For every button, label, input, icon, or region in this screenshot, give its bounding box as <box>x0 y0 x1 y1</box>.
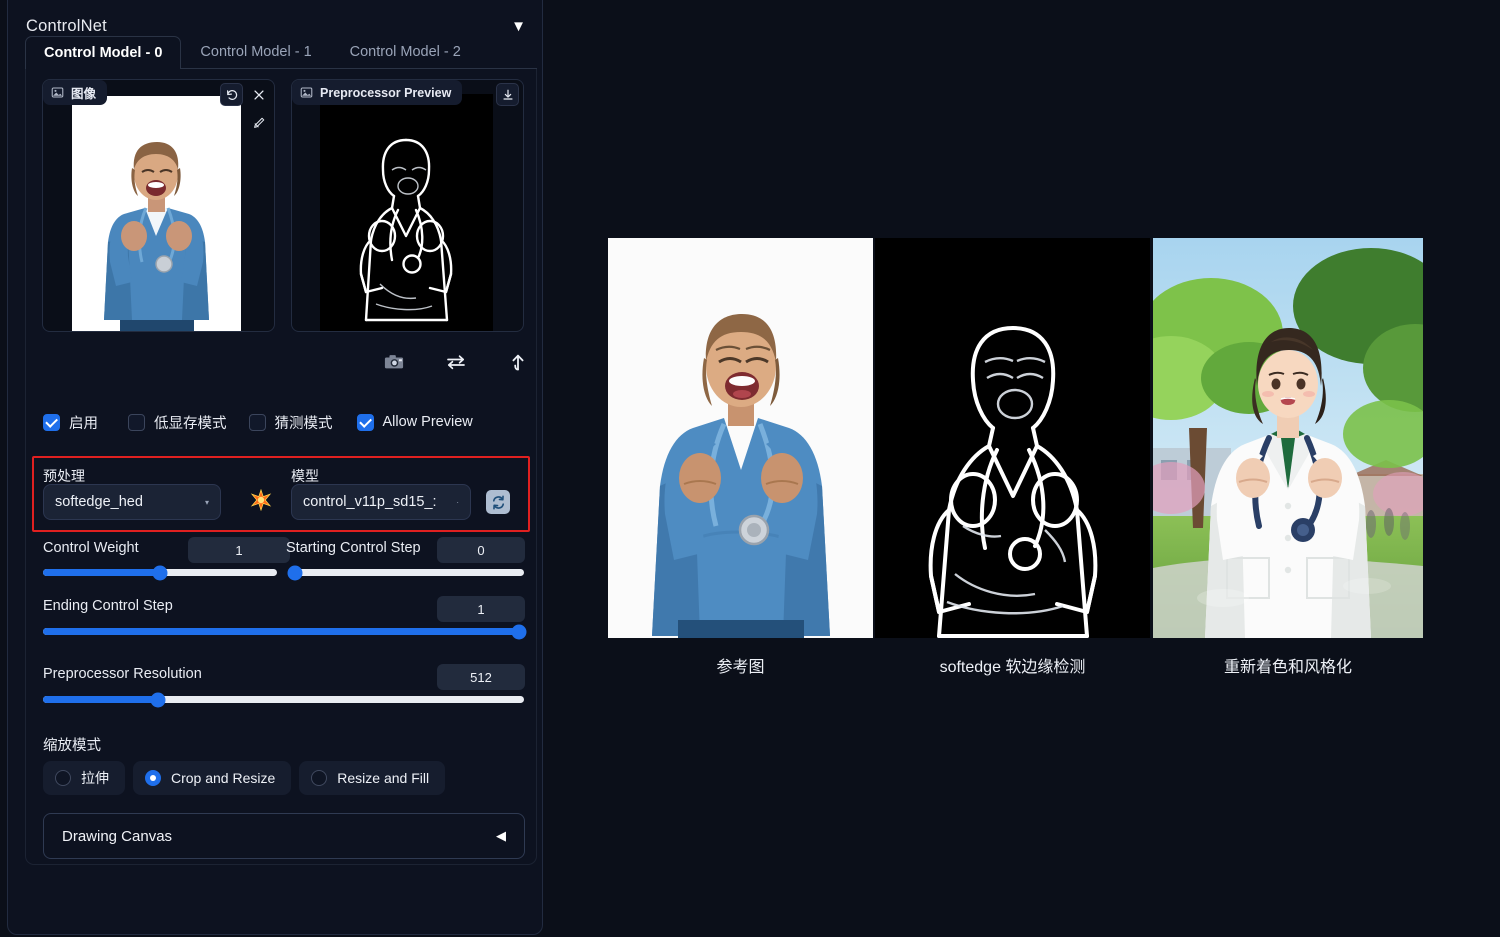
result-image-stylized[interactable] <box>1153 238 1423 638</box>
radio-resize-and-fill-dot[interactable] <box>311 770 328 786</box>
chevron-down-icon[interactable]: ▼ <box>511 19 526 34</box>
image-icon <box>300 87 313 98</box>
slider-value-preprocessor-resolution[interactable]: 512 <box>437 664 525 690</box>
swap-arrows-icon[interactable] <box>443 349 469 375</box>
slider-track-control-weight[interactable] <box>43 565 277 580</box>
radio-resize-and-fill-label: Resize and Fill <box>337 770 430 786</box>
checkbox-allow-preview-box[interactable] <box>356 413 374 431</box>
radio-crop-and-resize[interactable]: Crop and Resize <box>133 761 292 795</box>
slider-label-starting-control-step: Starting Control Step <box>286 540 421 556</box>
download-icon[interactable] <box>496 83 519 106</box>
slider-value-starting-control-step[interactable]: 0 <box>437 537 525 563</box>
camera-icon[interactable] <box>381 349 407 375</box>
page-title: ControlNet <box>26 16 107 35</box>
preprocessor-select[interactable]: softedge_hed ▾ <box>43 484 221 520</box>
slider-track-preprocessor-resolution[interactable] <box>43 692 524 707</box>
tab-panel-content: 图像 Preprocessor Preview 启用 低显存模式 猜测模式 Al… <box>25 69 537 865</box>
checkbox-enable-label: 启用 <box>69 415 98 432</box>
preprocessor-preview-thumbnail <box>320 94 493 331</box>
image-icon <box>51 87 64 98</box>
resize-mode-group: 拉伸 Crop and Resize Resize and Fill <box>43 761 446 795</box>
pen-edit-icon[interactable] <box>247 111 270 134</box>
source-image-chip: 图像 <box>43 80 108 105</box>
preprocessor-preview-chip-label: Preprocessor Preview <box>320 85 452 100</box>
slider-label-control-weight: Control Weight <box>43 540 139 556</box>
checkbox-guess-mode[interactable]: 猜测模式 <box>248 412 333 433</box>
chevron-down-icon: · <box>456 497 459 507</box>
tab-control-model-0[interactable]: Control Model - 0 <box>25 36 182 69</box>
options-checkbox-row: 启用 低显存模式 猜测模式 Allow Preview <box>43 409 533 435</box>
preprocessor-preview-box[interactable]: Preprocessor Preview <box>291 79 524 332</box>
image-inputs-row: 图像 Preprocessor Preview <box>42 79 524 334</box>
app-root: ControlNet ▼ Control Model - 0 Control M… <box>0 0 1500 937</box>
result-caption-softedge: softedge 软边缘检测 <box>939 659 1086 676</box>
controlnet-panel: ControlNet ▼ Control Model - 0 Control M… <box>7 0 543 935</box>
upload-arrow-icon[interactable] <box>505 349 531 375</box>
checkbox-allow-preview-label: Allow Preview <box>382 414 473 430</box>
result-image-reference[interactable] <box>608 238 873 638</box>
drawing-canvas-accordion[interactable]: Drawing Canvas ◀ <box>43 813 525 859</box>
radio-resize-and-fill[interactable]: Resize and Fill <box>299 761 446 795</box>
source-image-chip-label: 图像 <box>71 87 97 101</box>
radio-stretch-label: 拉伸 <box>81 770 109 786</box>
slider-value-control-weight[interactable]: 1 <box>188 537 290 563</box>
close-icon[interactable] <box>247 83 270 106</box>
checkbox-lowvram[interactable]: 低显存模式 <box>128 412 227 433</box>
model-label: 模型 <box>291 468 319 484</box>
resize-mode-label: 缩放模式 <box>43 738 101 754</box>
radio-stretch-dot[interactable] <box>55 770 71 786</box>
preprocessor-label: 预处理 <box>43 468 85 484</box>
result-caption-reference: 参考图 <box>716 659 765 676</box>
checkbox-guess-mode-box[interactable] <box>248 413 266 431</box>
chevron-left-icon: ◀ <box>496 828 506 843</box>
model-select[interactable]: control_v11p_sd15_: · <box>291 484 471 520</box>
drawing-canvas-title: Drawing Canvas <box>62 827 173 845</box>
chevron-down-icon: ▾ <box>204 497 209 507</box>
radio-crop-and-resize-dot[interactable] <box>145 770 161 786</box>
result-image-softedge[interactable] <box>875 238 1150 638</box>
slider-label-preprocessor-resolution: Preprocessor Resolution <box>43 666 202 682</box>
tab-bar: Control Model - 0 Control Model - 1 Cont… <box>25 36 537 69</box>
checkbox-enable[interactable]: 启用 <box>43 412 98 433</box>
checkbox-enable-box[interactable] <box>43 413 60 431</box>
source-image-controls <box>220 83 270 106</box>
result-caption-stylized: 重新着色和风格化 <box>1223 659 1352 676</box>
radio-crop-and-resize-label: Crop and Resize <box>171 770 276 786</box>
checkbox-lowvram-label: 低显存模式 <box>154 415 227 432</box>
slider-value-ending-control-step[interactable]: 1 <box>437 596 525 622</box>
tab-control-model-1[interactable]: Control Model - 1 <box>181 35 330 68</box>
source-image-box[interactable]: 图像 <box>42 79 275 332</box>
preprocessor-preview-chip: Preprocessor Preview <box>292 80 463 105</box>
preprocessor-preview-controls <box>496 83 519 106</box>
slider-label-ending-control-step: Ending Control Step <box>43 598 173 614</box>
slider-track-starting-control-step[interactable] <box>287 565 524 580</box>
slider-track-ending-control-step[interactable] <box>43 624 527 639</box>
undo-icon[interactable] <box>220 83 243 106</box>
checkbox-allow-preview[interactable]: Allow Preview <box>356 413 473 431</box>
checkbox-lowvram-box[interactable] <box>128 413 145 431</box>
image-actions-toolbar <box>381 347 531 377</box>
refresh-icon[interactable] <box>486 490 510 514</box>
results-gallery: 参考图 softedge 软边缘检测 重新着色和风格化 <box>608 238 1423 676</box>
preprocessor-select-value: softedge_hed <box>55 494 143 510</box>
sparkle-burst-icon[interactable] <box>250 488 272 512</box>
radio-stretch[interactable]: 拉伸 <box>43 761 125 795</box>
checkbox-guess-mode-label: 猜测模式 <box>274 415 333 432</box>
tab-control-model-2[interactable]: Control Model - 2 <box>331 35 480 68</box>
source-image-thumbnail <box>72 96 241 331</box>
model-select-value: control_v11p_sd15_: <box>303 494 437 510</box>
